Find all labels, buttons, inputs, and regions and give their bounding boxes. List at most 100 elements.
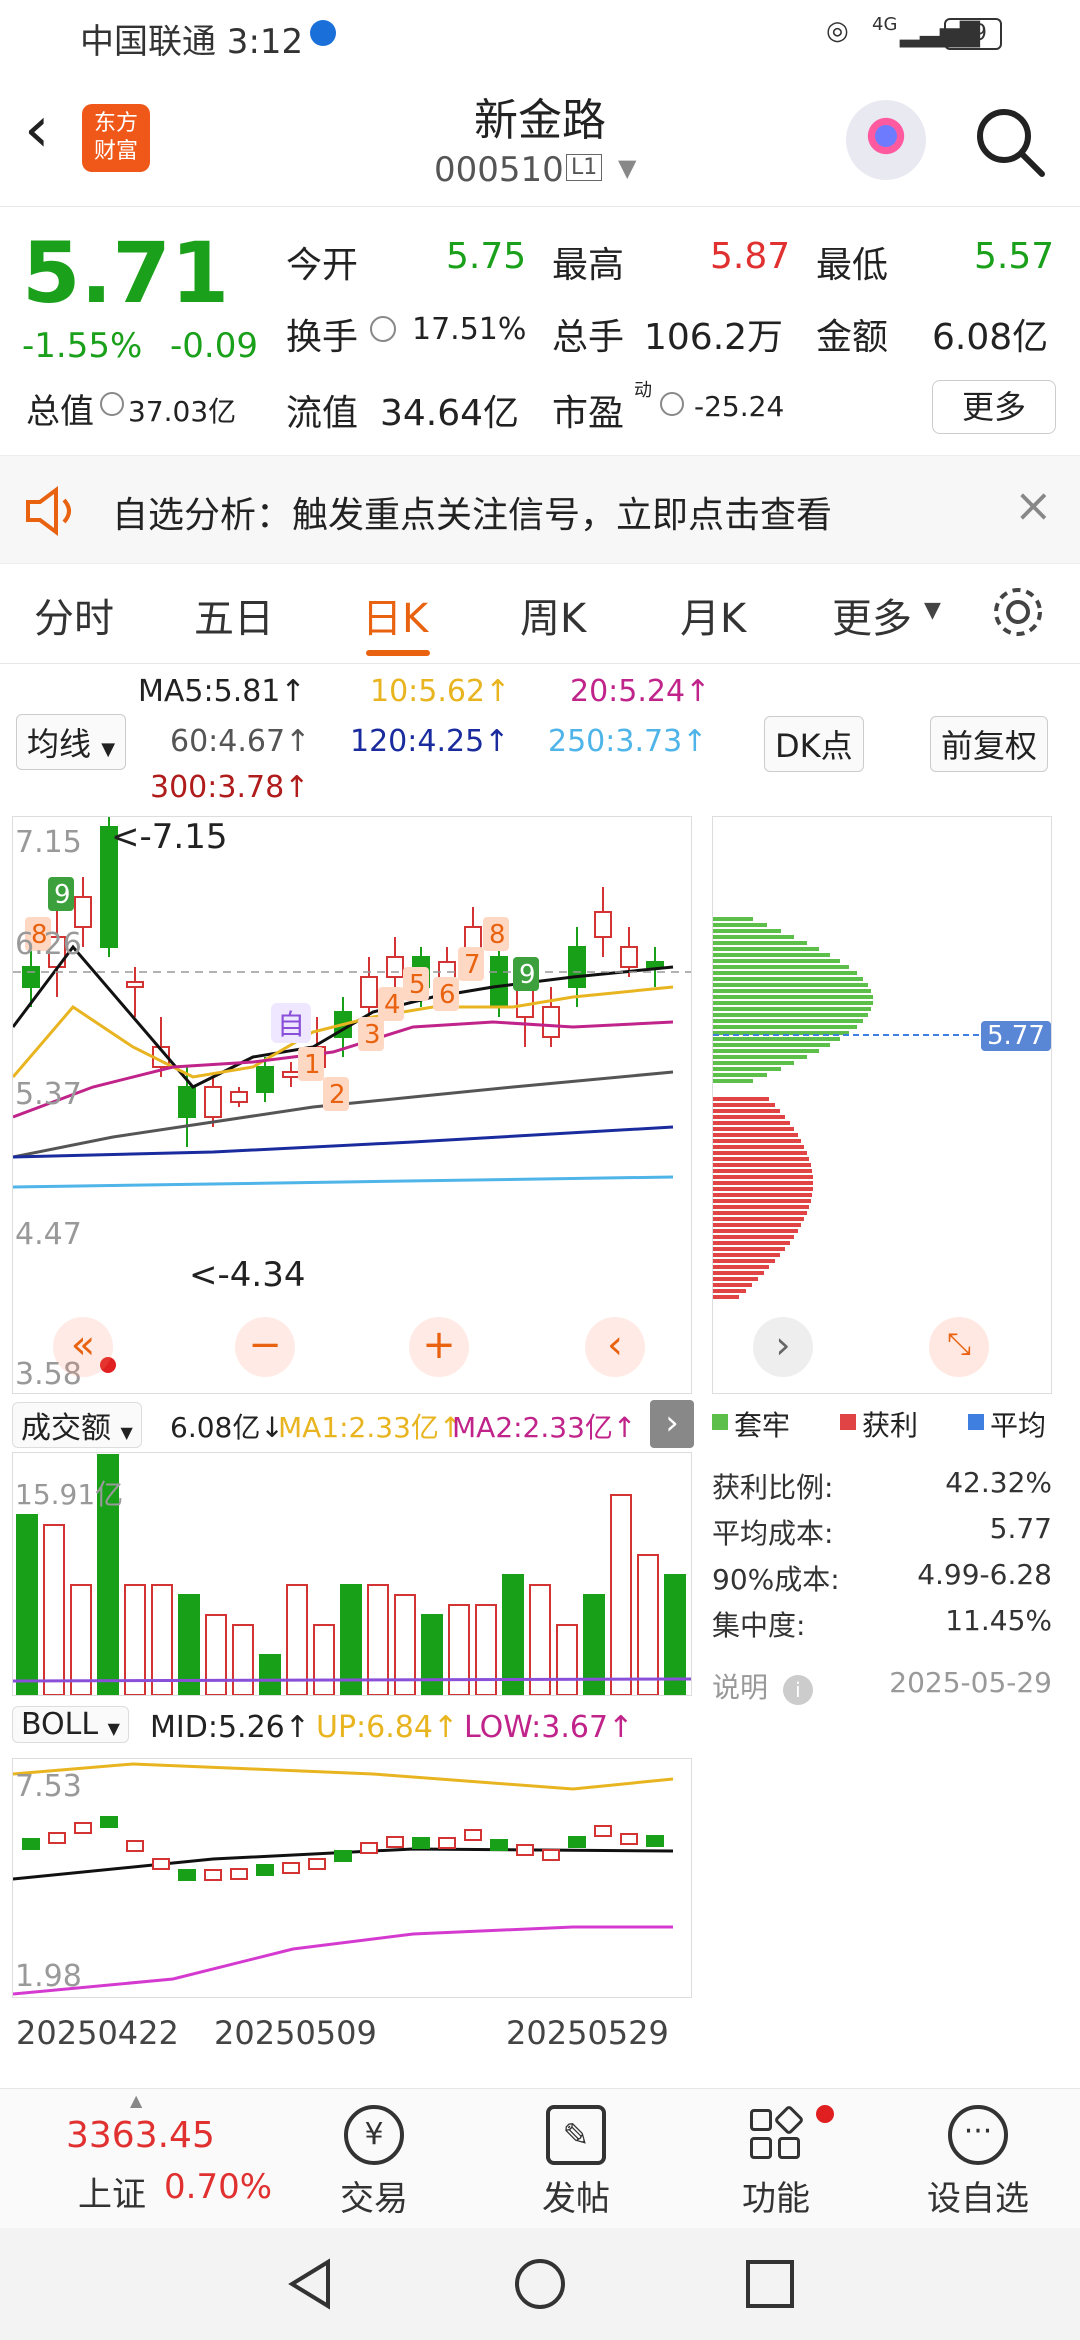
chip-bar-profit [713, 1277, 758, 1281]
volume-bar [43, 1524, 65, 1696]
chip-bar-profit [713, 1139, 801, 1143]
close-icon[interactable]: × [1014, 478, 1053, 532]
stat-90-cost: 90%成本: 4.99-6.28 [712, 1558, 1052, 1598]
chip-bar-profit [713, 1109, 780, 1113]
boll-mid: MID:5.26↑ [150, 1710, 310, 1745]
boll-candle [412, 1837, 430, 1849]
date-label: 20250422 [16, 2014, 179, 2052]
scroll-left-fast-button[interactable]: « [53, 1317, 113, 1377]
nav-trade[interactable]: ¥ 交易 [274, 2099, 474, 2220]
chevron-right-icon[interactable]: › [753, 1317, 813, 1377]
stock-code: 000510 [434, 150, 564, 190]
ma20-value: 20:5.24↑ [570, 674, 711, 709]
boll-selector[interactable]: BOLL ▼ [12, 1706, 129, 1743]
chart-tabs: 分时 五日 日K 周K 月K 更多 ▼ [0, 564, 1080, 664]
network-label: 4G [872, 14, 898, 35]
chip-bar-profit [713, 1205, 809, 1209]
signal-tag-label: 9 [519, 960, 536, 990]
search-icon[interactable] [974, 106, 1046, 178]
recent-apps-icon[interactable] [742, 2256, 798, 2312]
boll-chart-canvas [12, 1762, 674, 1996]
candle-body [646, 961, 664, 968]
chip-bar-profit [713, 1163, 811, 1167]
candle-body [542, 1006, 560, 1038]
zoom-in-button[interactable]: + [409, 1317, 469, 1377]
float-value-label: 流值 [286, 393, 359, 434]
signal-tag-label: 3 [364, 1020, 381, 1050]
stat-profit-ratio: 获利比例: 42.32% [712, 1466, 1052, 1506]
signal-tag-label: 2 [329, 1080, 346, 1110]
back-triangle-icon[interactable] [282, 2256, 338, 2312]
chevron-down-icon[interactable]: ▼ [618, 154, 636, 182]
boll-candle [74, 1822, 92, 1834]
info-dots-icon[interactable] [660, 392, 684, 416]
open-value: 5.75 [446, 236, 527, 277]
nav-post[interactable]: ✎ 发帖 [476, 2099, 676, 2220]
chip-bar-profit [713, 1103, 775, 1107]
more-button[interactable]: 更多 [932, 380, 1056, 434]
chip-bar-profit [713, 1247, 785, 1251]
robot-assistant-icon[interactable] [846, 100, 926, 180]
chip-distribution[interactable]: 5.77 › ⤡ [712, 816, 1052, 1394]
tab-daily-k[interactable]: 日K [362, 586, 428, 644]
nav-functions[interactable]: 功能 [676, 2099, 876, 2220]
volume-chart[interactable]: 15.91亿 [12, 1452, 692, 1696]
scroll-left-button[interactable]: ‹ [585, 1317, 645, 1377]
boll-chart[interactable]: 7.53 1.98 [12, 1758, 692, 1998]
volume-selector[interactable]: 成交额 ▼ [12, 1402, 142, 1448]
info-icon[interactable]: i [782, 1675, 813, 1705]
tab-weekly-k[interactable]: 周K [520, 586, 586, 644]
index-name: 上证 [78, 2175, 146, 2215]
stat-value: 42.32% [945, 1466, 1052, 1499]
nav-add-watchlist[interactable]: ··· 设自选 [878, 2099, 1078, 2220]
tab-more[interactable]: 更多 [832, 586, 912, 644]
chip-bar-profit [713, 1199, 811, 1203]
chip-bar-trapped [713, 1061, 794, 1065]
chevron-right-icon[interactable]: › [650, 1400, 694, 1448]
info-dots-icon[interactable] [100, 392, 124, 416]
gear-icon[interactable] [990, 584, 1046, 640]
candle-body [516, 986, 534, 1018]
legend-trapped: 套牢 [734, 1409, 791, 1442]
more-dots-icon: ··· [948, 2105, 1008, 2165]
volume-max-label: 15.91亿 [15, 1478, 124, 1511]
chevron-down-icon: ▼ [101, 739, 116, 760]
tab-monthly-k[interactable]: 月K [680, 586, 746, 644]
boll-candle [464, 1829, 482, 1841]
analysis-banner[interactable]: 自选分析：触发重点关注信号，立即点击查看 × [0, 456, 1080, 564]
date-axis: 20250422 20250509 20250529 [12, 2008, 692, 2058]
ma-selector[interactable]: 均线 ▼ [16, 714, 127, 770]
chip-bar-trapped [713, 995, 873, 999]
dk-point-button[interactable]: DK点 [764, 716, 864, 772]
tab-five-day[interactable]: 五日 [194, 586, 274, 644]
adjust-button[interactable]: 前复权 [930, 716, 1049, 772]
chip-bar-profit [713, 1259, 775, 1263]
stat-value: 4.99-6.28 [917, 1558, 1052, 1591]
chip-bar-trapped [713, 947, 819, 951]
change-amount: -0.09 [170, 326, 258, 366]
chip-bar-trapped [713, 923, 767, 927]
float-value: 34.64亿 [380, 393, 520, 434]
chip-legend: 套牢 获利 平均 [712, 1404, 1062, 1444]
home-circle-icon[interactable] [512, 2256, 568, 2312]
chip-bar-profit [713, 1193, 812, 1197]
chip-bar-profit [713, 1283, 752, 1287]
k-chart[interactable]: 12345678989 7.15 6.26 5.37 4.47 3.58 <-7… [11, 816, 692, 1394]
self-select-tag: 自 [271, 1003, 312, 1043]
tab-minute[interactable]: 分时 [34, 586, 114, 644]
boll-candle [542, 1849, 560, 1861]
info-dots-icon[interactable] [370, 316, 396, 342]
volume-label: 总手 [552, 317, 625, 358]
volume-ma-line [12, 1677, 692, 1683]
turnover-label: 换手 [286, 317, 359, 358]
ma250-value: 250:3.73↑ [548, 724, 708, 759]
grid-cell [750, 2137, 772, 2159]
index-ticker[interactable]: ▲ 3363.45 上证 0.70% [42, 2089, 282, 2229]
k-chart-canvas[interactable]: 12345 678989 [11, 817, 691, 1393]
low-marker: <-4.34 [189, 1255, 306, 1295]
zoom-out-button[interactable]: − [235, 1317, 295, 1377]
pe-value: -25.24 [694, 390, 785, 423]
chip-bar-profit [713, 1229, 798, 1233]
expand-icon[interactable]: ⤡ [929, 1317, 989, 1377]
chip-bar-trapped [713, 1067, 781, 1071]
